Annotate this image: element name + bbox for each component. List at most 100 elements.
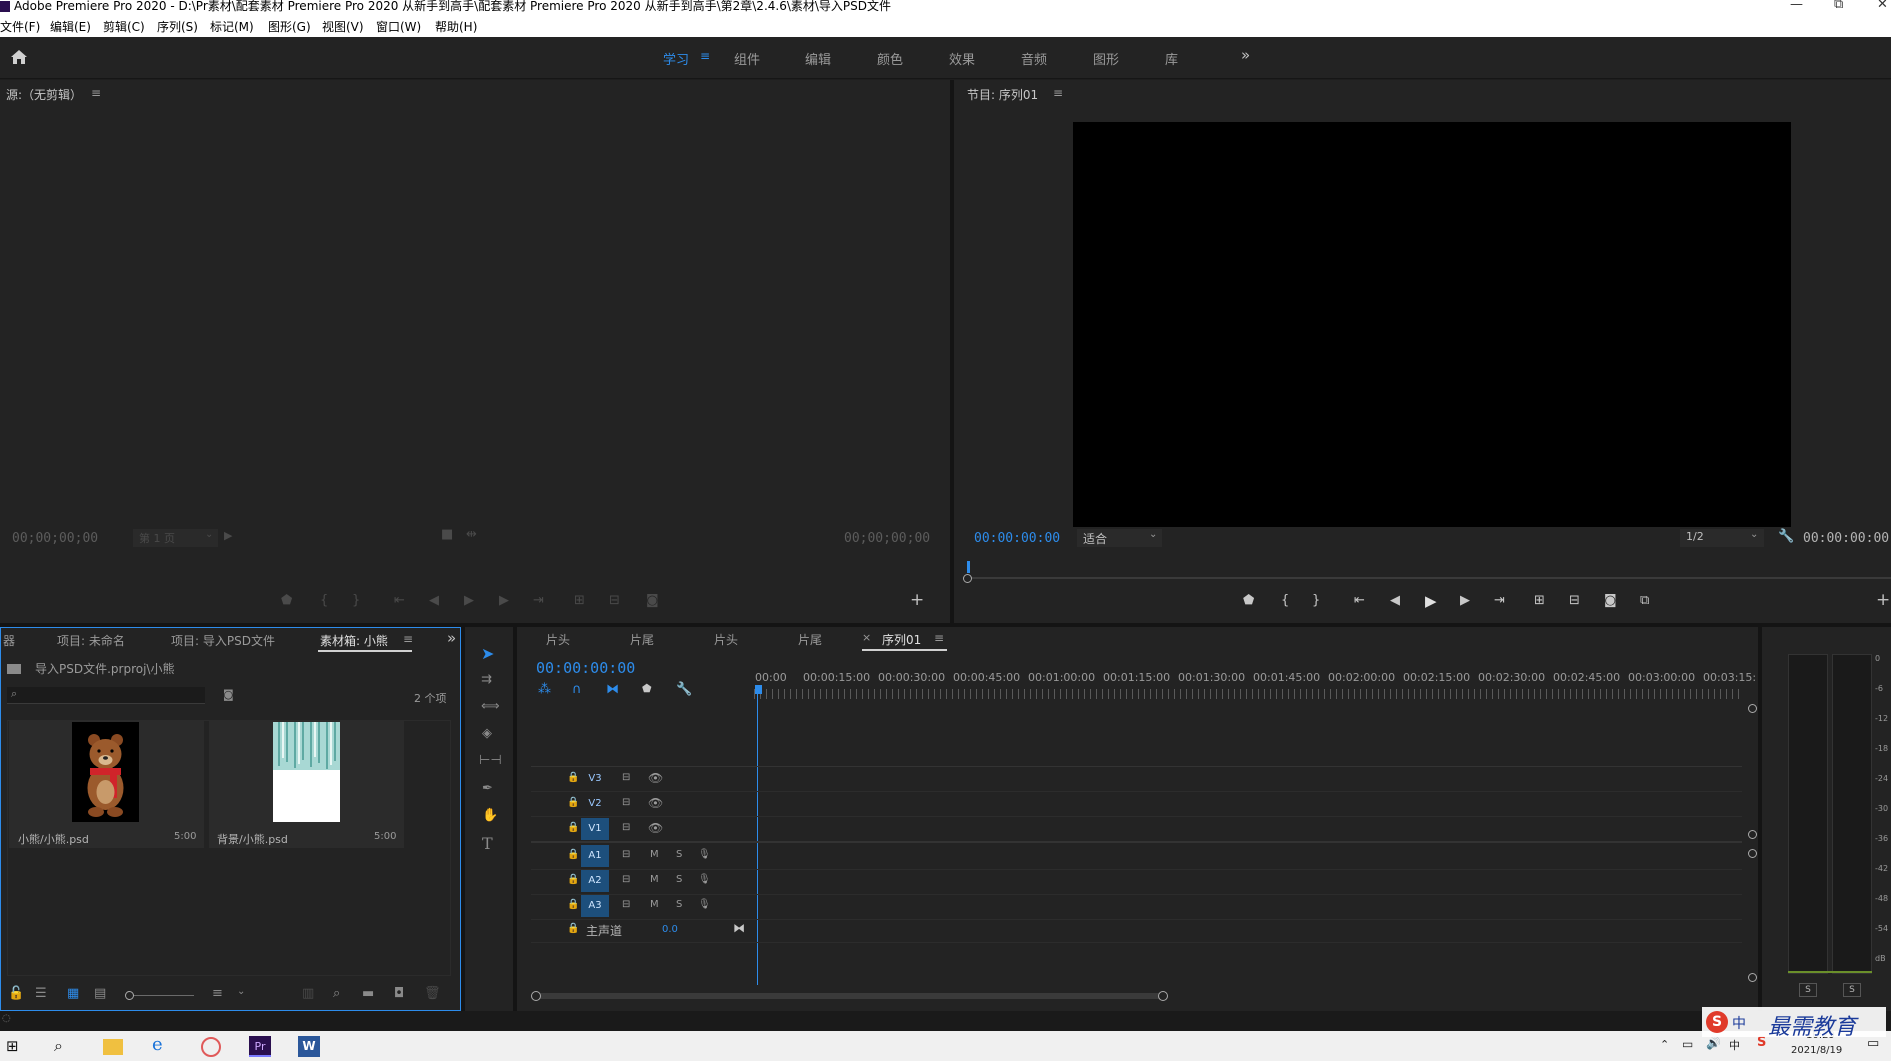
- sync-lock-icon[interactable]: ⊟: [622, 874, 630, 885]
- sync-lock-icon[interactable]: ⊟: [622, 822, 630, 833]
- timeline-tab[interactable]: 片头: [546, 631, 570, 648]
- go-to-out-icon[interactable]: ⇥: [533, 593, 544, 608]
- track-label-a1[interactable]: A1: [581, 845, 609, 867]
- lock-icon[interactable]: 🔓: [8, 986, 24, 1001]
- solo-right-button[interactable]: S: [1843, 983, 1861, 997]
- workspace-tab-editing[interactable]: 编辑: [805, 49, 831, 68]
- workspace-tab-libraries[interactable]: 库: [1165, 49, 1178, 68]
- insert-icon[interactable]: ⊞: [574, 593, 585, 608]
- menu-marker[interactable]: 标记(M): [210, 18, 254, 35]
- solo-left-button[interactable]: S: [1799, 983, 1817, 997]
- menu-sequence[interactable]: 序列(S): [157, 18, 198, 35]
- new-item-icon[interactable]: ◘: [394, 986, 404, 1001]
- track-label-v1[interactable]: V1: [581, 818, 609, 840]
- panel-menu-icon[interactable]: ≡: [403, 632, 413, 646]
- panel-menu-icon[interactable]: ≡: [934, 631, 944, 645]
- close-tab-icon[interactable]: ×: [862, 631, 871, 644]
- more-panels-icon[interactable]: »: [447, 629, 456, 647]
- workspace-tab-effects[interactable]: 效果: [949, 49, 975, 68]
- lock-icon[interactable]: 🔒: [567, 899, 579, 910]
- export-frame-icon[interactable]: ◙: [1604, 593, 1617, 608]
- add-marker-icon[interactable]: ⬟: [642, 682, 652, 695]
- microphone-icon[interactable]: 🎙: [698, 849, 711, 860]
- selection-tool-icon[interactable]: ➤: [481, 644, 494, 663]
- horizontal-scrollbar[interactable]: [536, 993, 1163, 999]
- timeline-settings-icon[interactable]: 🔧: [676, 682, 692, 697]
- panel-menu-icon[interactable]: ≡: [91, 86, 101, 100]
- menu-clip[interactable]: 剪辑(C): [103, 18, 145, 35]
- mark-out-icon[interactable]: }: [352, 593, 360, 608]
- tab-project-untitled[interactable]: 项目: 未命名: [57, 632, 125, 649]
- menu-graphics[interactable]: 图形(G): [268, 18, 311, 35]
- solo-button[interactable]: S: [676, 849, 682, 860]
- tab-project-import-psd[interactable]: 项目: 导入PSD文件: [171, 632, 275, 649]
- track-label-v2[interactable]: V2: [581, 793, 609, 815]
- lock-icon[interactable]: 🔒: [567, 822, 579, 833]
- mute-button[interactable]: M: [650, 874, 659, 885]
- zoom-slider[interactable]: [128, 995, 194, 996]
- step-forward-icon[interactable]: ▶: [499, 593, 509, 608]
- go-to-in-icon[interactable]: ⇤: [1354, 593, 1365, 608]
- vertical-scroll-handle[interactable]: [1748, 973, 1757, 982]
- volume-icon[interactable]: 🔊: [1706, 1036, 1721, 1050]
- play-arrow-icon[interactable]: ▶: [224, 529, 232, 542]
- hand-tool-icon[interactable]: ✋: [482, 808, 498, 823]
- program-video-frame[interactable]: [1073, 122, 1791, 527]
- extract-icon[interactable]: ⊟: [1569, 593, 1580, 608]
- go-to-out-icon[interactable]: ⇥: [1494, 593, 1505, 608]
- sync-lock-icon[interactable]: ⊟: [622, 797, 630, 808]
- mark-in-icon[interactable]: {: [1281, 593, 1289, 608]
- sequence-tab[interactable]: 序列01: [882, 631, 921, 648]
- master-volume-value[interactable]: 0.0: [662, 924, 678, 935]
- slip-tool-icon[interactable]: ⊢⊣: [479, 753, 502, 768]
- microphone-icon[interactable]: 🎙: [698, 874, 711, 885]
- program-playhead[interactable]: [967, 561, 970, 573]
- export-frame-icon[interactable]: ◙: [646, 593, 659, 608]
- snap-icon[interactable]: ∩: [572, 682, 582, 697]
- file-explorer-icon[interactable]: [103, 1039, 123, 1055]
- timeline-tab[interactable]: 片尾: [630, 631, 654, 648]
- icon-view-icon[interactable]: ▦: [67, 986, 79, 1001]
- pen-tool-icon[interactable]: ✒: [482, 781, 493, 796]
- vertical-scroll-handle[interactable]: [1748, 830, 1757, 839]
- add-button-icon[interactable]: +: [1876, 590, 1890, 610]
- list-view-icon[interactable]: ☰: [35, 986, 47, 1001]
- sync-lock-icon[interactable]: ⊟: [622, 899, 630, 910]
- lock-icon[interactable]: 🔒: [567, 849, 579, 860]
- timeline-timecode[interactable]: 00:00:00:00: [536, 659, 635, 677]
- edge-icon[interactable]: e: [152, 1034, 163, 1055]
- add-marker-icon[interactable]: ⬟: [281, 593, 292, 608]
- microphone-icon[interactable]: 🎙: [698, 899, 711, 910]
- search-input[interactable]: ⌕: [7, 687, 205, 704]
- menu-file[interactable]: 文件(F): [0, 18, 40, 35]
- go-to-in-icon[interactable]: ⇤: [394, 593, 405, 608]
- restore-icon[interactable]: ⧉: [1834, 0, 1843, 11]
- close-icon[interactable]: ✕: [1877, 0, 1888, 11]
- zoom-slider-handle[interactable]: [125, 991, 134, 1000]
- mark-out-icon[interactable]: }: [1312, 593, 1320, 608]
- menu-view[interactable]: 视图(V): [322, 18, 364, 35]
- source-timecode-left[interactable]: 00;00;00;00: [12, 531, 98, 546]
- tab-bin-bear[interactable]: 素材箱: 小熊: [320, 632, 388, 649]
- linked-selection-icon[interactable]: ⧓: [606, 682, 619, 697]
- mark-in-icon[interactable]: {: [320, 593, 328, 608]
- timeline-tab[interactable]: 片尾: [798, 631, 822, 648]
- scroll-handle-left[interactable]: [531, 991, 541, 1001]
- workspace-menu-icon[interactable]: ≡: [700, 49, 710, 63]
- sort-icon[interactable]: ≡: [212, 986, 223, 1001]
- freeform-view-icon[interactable]: ▤: [94, 986, 106, 1001]
- windows-start-icon[interactable]: ⊞: [6, 1037, 19, 1055]
- network-icon[interactable]: ▭: [1682, 1037, 1693, 1051]
- tray-chevron-icon[interactable]: ⌃: [1660, 1038, 1669, 1051]
- track-label-a2[interactable]: A2: [581, 870, 609, 892]
- fit-select[interactable]: 适合 ⌄: [1077, 529, 1162, 547]
- step-forward-icon[interactable]: ▶: [1460, 593, 1470, 608]
- sync-lock-icon[interactable]: ⊟: [622, 849, 630, 860]
- workspace-tab-color[interactable]: 颜色: [877, 49, 903, 68]
- sogou-icon[interactable]: S: [1757, 1035, 1766, 1050]
- zoom-handle-left[interactable]: [963, 574, 972, 583]
- automate-to-sequence-icon[interactable]: ▥: [302, 986, 314, 1001]
- ime-indicator[interactable]: 中: [1729, 1037, 1740, 1053]
- drag-audio-icon[interactable]: ⇹: [466, 527, 477, 542]
- lock-icon[interactable]: 🔒: [567, 772, 579, 783]
